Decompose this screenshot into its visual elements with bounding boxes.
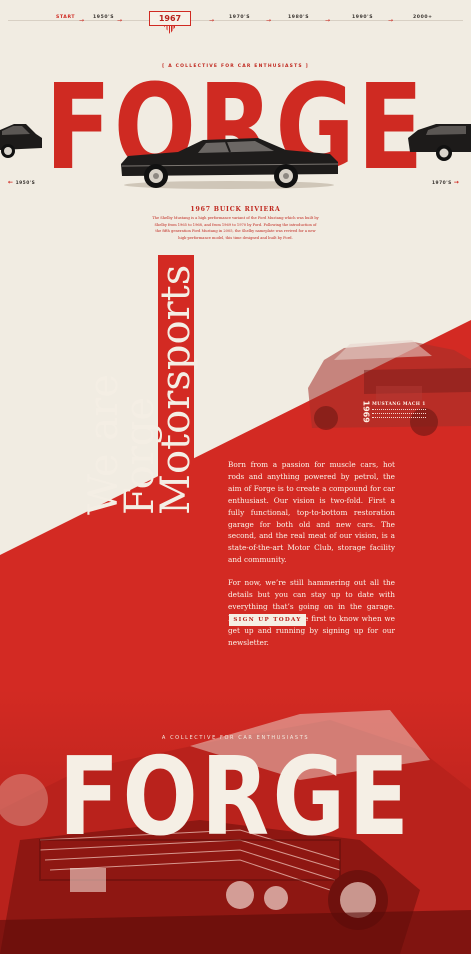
arrow-right-icon: → [79,17,85,24]
badge-spec-line [372,413,426,415]
timeline-item-1970s[interactable]: 1970'S [229,15,250,20]
badge-model: MUSTANG MACH 1 [372,402,426,407]
decade-timeline: START → 1950'S → 1967 → 1970'S → 1980'S … [0,0,471,40]
mustang-mach1-image [308,340,471,436]
car-caption-body: The Shelby Mustang is a high performance… [152,216,319,240]
pennant-icon [164,26,176,34]
heading-line-3: Motorsports [153,255,199,515]
next-decade-label: 1970'S [432,181,452,186]
timeline-item-1990s[interactable]: 1990'S [352,15,373,20]
vertical-heading: We are Forge Motorsports [81,255,199,515]
arrow-right-icon: → [266,17,272,24]
buick-riviera-image [121,138,339,189]
timeline-item-2000s[interactable]: 2000+ [413,15,433,20]
badge-spec-line [372,409,426,411]
arrow-left-icon: ← [8,179,14,186]
arrow-right-icon: → [453,179,460,186]
timeline-start[interactable]: START [56,15,75,20]
about-paragraph-1: Born from a passion for muscle cars, hot… [228,460,395,565]
arrow-right-icon: → [117,17,123,24]
footer-title: FORGE [58,735,413,860]
arrow-right-icon: → [325,17,331,24]
next-car-image[interactable] [406,116,471,166]
badge-spec-line [372,417,426,419]
timeline-rule [8,20,463,21]
sign-up-button[interactable]: SIGN UP TODAY [229,614,306,626]
arrow-right-icon: → [388,17,394,24]
active-year-label: 1967 [158,14,182,23]
prev-decade-link[interactable]: ← 1950'S [8,179,35,186]
timeline-active-year[interactable]: 1967 [149,11,191,26]
timeline-item-1980s[interactable]: 1980'S [288,15,309,20]
car-caption-title: 1967 BUICK RIVIERA [190,206,281,213]
about-paragraph-2: For now, we’re still hammering out all t… [228,578,395,647]
arrow-right-icon: → [209,17,215,24]
prev-decade-label: 1950'S [15,181,36,186]
badge-year-wrap: 1969 [361,394,371,434]
prev-car-image[interactable] [0,116,44,166]
timeline-item-1950s[interactable]: 1950'S [93,15,114,20]
next-decade-link[interactable]: 1970'S → [432,179,459,186]
badge-year: 1969 [361,400,371,423]
